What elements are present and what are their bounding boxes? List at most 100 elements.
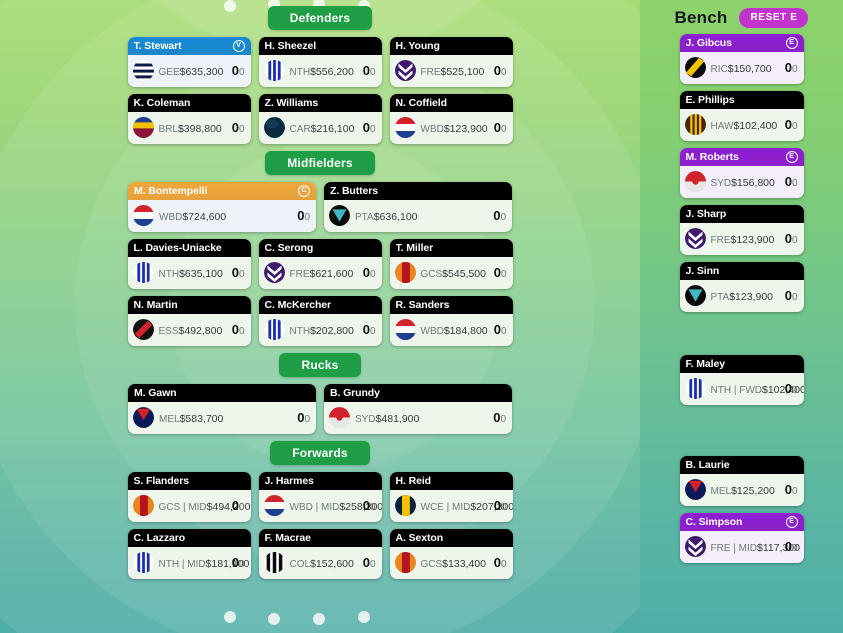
team-crest-icon (684, 228, 706, 249)
team-crest-icon (684, 285, 706, 306)
player-info: BRL$398,800 (159, 119, 227, 137)
player-subscore: 0 (791, 234, 798, 246)
player-info: GCS$133,400 (421, 554, 489, 572)
player-subscore: 0 (500, 413, 506, 425)
player-card[interactable]: L. Davies-Uniacke NTH$635,100 00 (127, 239, 251, 289)
player-card-header: F. Macrae (258, 529, 382, 547)
player-card-header: H. Sheezel (258, 37, 382, 55)
reset-emergency-button[interactable]: RESET E (739, 8, 809, 28)
player-card[interactable]: S. Flanders GCS | MID$494,200 00 (127, 472, 251, 522)
player-card[interactable]: E. Phillips HAW$102,400 00 (679, 91, 804, 141)
player-card[interactable]: H. Reid WCE | MID$207,300 00 (389, 472, 513, 522)
section-label: Defenders (267, 6, 373, 30)
player-card[interactable]: F. Maley NTH | FWD$102,400 00 (679, 355, 804, 405)
player-score: 0 (362, 264, 370, 280)
player-card[interactable]: K. Coleman BRL$398,800 00 (127, 94, 251, 144)
player-info: COL$152,600 (290, 554, 358, 572)
team-crest-icon (394, 552, 416, 573)
player-card[interactable]: B. Laurie MEL$125,200 00 (679, 456, 804, 506)
player-team: WBD (420, 123, 444, 135)
player-info: HAW$102,400 (711, 116, 780, 134)
player-subscore: 0 (500, 558, 507, 570)
player-card-body: FRE$621,600 00 (259, 257, 382, 289)
player-card-header: J. Gibcus E (679, 34, 804, 52)
player-stats: 00 (363, 554, 376, 572)
player-team: WBD | MID (289, 501, 340, 513)
player-card[interactable]: J. Sharp FRE$123,900 00 (679, 205, 804, 255)
player-subscore: 0 (238, 325, 245, 337)
bench-header: Bench RESET E (640, 0, 843, 30)
player-subscore: 0 (304, 211, 310, 223)
player-card[interactable]: M. Roberts E SYD$156,800 00 (679, 148, 804, 198)
player-card-header: A. Sexton (389, 529, 513, 547)
player-score: 0 (231, 264, 239, 280)
role-badge-icon: E (785, 150, 798, 163)
player-score: 0 (784, 287, 792, 303)
player-card-header: Z. Butters (324, 182, 512, 200)
player-card[interactable]: C. Serong FRE$621,600 00 (258, 239, 382, 289)
player-name: E. Phillips (685, 93, 735, 106)
player-team: CAR (289, 123, 311, 135)
player-card[interactable]: A. Sexton GCS$133,400 00 (389, 529, 513, 579)
role-badge-icon: V (232, 39, 245, 52)
player-card[interactable]: J. Harmes WBD | MID$258,300 00 (258, 472, 382, 522)
player-info: WBD$184,800 (421, 321, 489, 339)
team-crest-icon (132, 495, 154, 516)
player-card[interactable]: T. Stewart V GEE$635,300 00 (127, 37, 251, 87)
player-card-header: Z. Williams (258, 94, 382, 112)
section-label: Midfielders (265, 151, 375, 175)
player-card-body: NTH | FWD$102,400 00 (680, 373, 804, 405)
player-price: $156,800 (731, 176, 775, 189)
player-subscore: 0 (369, 558, 376, 570)
player-card[interactable]: Z. Williams CAR$216,100 00 (258, 94, 382, 144)
player-stats: 00 (363, 497, 376, 515)
player-stats: 00 (494, 321, 507, 339)
player-card[interactable]: J. Sinn PTA$123,900 00 (679, 262, 804, 312)
player-info: WBD | MID$258,300 (289, 497, 382, 515)
player-card[interactable]: B. Grundy SYD$481,900 00 (324, 384, 512, 434)
player-card-body: FRE$123,900 00 (680, 223, 804, 255)
player-card[interactable]: H. Sheezel NTH$556,200 00 (258, 37, 382, 87)
player-card-header: C. McKercher (258, 296, 382, 314)
section-label: Forwards (270, 441, 370, 465)
player-score: 0 (231, 62, 239, 78)
player-card[interactable]: Z. Butters PTA$636,100 00 (324, 182, 512, 232)
player-card[interactable]: N. Martin ESS$492,800 00 (127, 296, 251, 346)
player-card[interactable]: T. Miller GCS$545,500 00 (389, 239, 513, 289)
player-stats: 00 (232, 321, 245, 339)
player-info: NTH$635,100 (159, 264, 227, 282)
player-card[interactable]: C. Simpson E FRE | MID$117,300 00 (679, 513, 804, 563)
player-card[interactable]: N. Coffield WBD$123,900 00 (389, 94, 513, 144)
player-price: $636,100 (373, 210, 418, 223)
player-stats: 00 (494, 554, 507, 572)
player-card-body: NTH$635,100 00 (128, 257, 251, 289)
player-price: $133,400 (442, 557, 486, 570)
player-score: 0 (231, 497, 239, 513)
player-card[interactable]: F. Macrae COL$152,600 00 (258, 529, 382, 579)
player-score: 0 (784, 59, 792, 75)
player-card-body: NTH | MID$181,100 00 (128, 547, 251, 579)
player-card[interactable]: M. Gawn MEL$583,700 00 (128, 384, 316, 434)
player-name: K. Coleman (133, 96, 191, 109)
player-row: M. Bontempelli C WBD$724,600 00 Z. Butters PT… (0, 182, 640, 232)
player-card[interactable]: H. Young FRE$525,100 00 (389, 37, 513, 87)
player-price: $150,700 (727, 62, 772, 75)
player-card[interactable]: M. Bontempelli C WBD$724,600 00 (128, 182, 316, 232)
player-card[interactable]: C. Lazzaro NTH | MID$181,100 00 (127, 529, 251, 579)
player-card[interactable]: R. Sanders WBD$184,800 00 (389, 296, 513, 346)
player-card-body: CAR$216,100 00 (259, 112, 382, 144)
player-card-header: C. Lazzaro (127, 529, 251, 547)
player-card-body: PTA$123,900 00 (680, 280, 804, 312)
player-score: 0 (362, 62, 370, 78)
player-card-header: C. Simpson E (679, 513, 804, 531)
player-team: NTH (289, 66, 311, 78)
player-card-body: WCE | MID$207,300 00 (390, 490, 513, 522)
bench-list-item: C. Simpson E FRE | MID$117,300 00 (651, 513, 832, 563)
player-card[interactable]: J. Gibcus E RIC$150,700 00 (679, 34, 804, 84)
player-name: H. Sheezel (264, 39, 317, 52)
player-card[interactable]: C. McKercher NTH$202,800 00 (258, 296, 382, 346)
player-card-header: T. Stewart V (127, 37, 251, 55)
player-card-body: RIC$150,700 00 (679, 52, 804, 84)
team-crest-icon (263, 262, 285, 283)
player-name: J. Harmes (264, 474, 314, 487)
